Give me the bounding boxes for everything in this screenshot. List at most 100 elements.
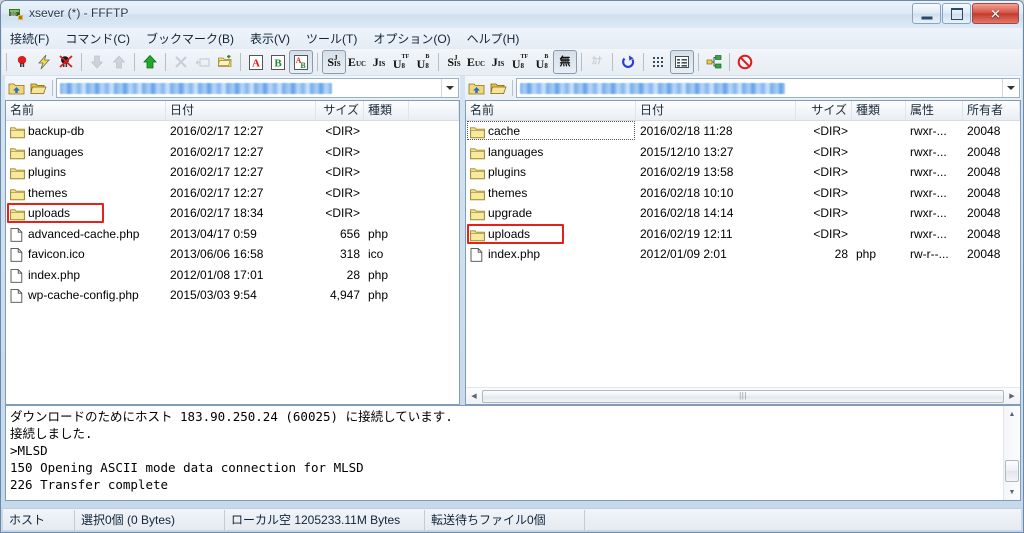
menu-view[interactable]: 表示(V) [242,28,298,49]
menu-options[interactable]: オプション(O) [365,28,458,49]
quick-connect-lightning-icon[interactable] [33,51,55,73]
remote-file-list[interactable]: 名前 日付 サイズ 種類 属性 所有者 cache 2016/02/18 11:2… [465,100,1021,405]
cell-owner: 20048 [967,185,1001,200]
col-header-size[interactable]: サイズ [316,101,364,120]
scroll-left-arrow[interactable]: ◀ [466,389,482,404]
menu-bookmark[interactable]: ブックマーク(B) [138,28,242,49]
encoding-host-sjis-icon[interactable]: S J IS [443,51,465,73]
chevron-down-icon[interactable] [441,79,458,97]
table-row[interactable]: themes 2016/02/17 12:27 <DIR> [6,183,459,204]
vscroll-track[interactable] [1004,422,1020,484]
col-header-name[interactable]: 名前 [6,101,166,120]
remote-path-combo[interactable] [516,78,1020,98]
vscroll-thumb[interactable] [1005,460,1019,482]
menu-help[interactable]: ヘルプ(H) [459,28,528,49]
col-header-type[interactable]: 種類 [364,101,409,120]
table-row[interactable]: plugins 2016/02/17 12:27 <DIR> [6,162,459,183]
encoding-jis-icon[interactable]: J IS [368,51,390,73]
connect-plug-icon[interactable] [11,51,33,73]
encoding-host-utf8b-icon[interactable]: UB8 [531,51,553,73]
local-file-list[interactable]: 名前 日付 サイズ 種類 backup-db 2016/02/17 12:27 <D… [5,100,460,405]
table-row[interactable]: advanced-cache.php 2013/04/17 0:59 656 php [6,224,459,245]
cell-type [364,121,409,142]
maximize-button[interactable] [942,3,971,24]
table-row[interactable]: uploads 2016/02/19 12:11 <DIR> rwxr-... 2004… [466,224,1020,245]
chevron-down-icon[interactable] [1002,79,1019,97]
log-pane[interactable]: ダウンロードのためにホスト 183.90.250.24 (60025) に接続し… [5,405,1021,501]
table-row[interactable]: uploads 2016/02/17 18:34 <DIR> [6,203,459,224]
col-header-size[interactable]: サイズ [796,101,852,120]
col-header-date[interactable]: 日付 [636,101,796,120]
transfer-auto-icon[interactable]: A B [289,50,313,74]
sitemap-icon[interactable] [703,51,725,73]
local-path-toolbar [5,76,460,100]
menu-command[interactable]: コマンド(C) [57,28,138,49]
table-row[interactable]: index.php 2012/01/09 2:01 28 php rw-r--... 20… [466,244,1020,265]
cell-date: 2016/02/17 12:27 [170,165,264,179]
stop-icon[interactable] [734,51,756,73]
upload-arrow-icon[interactable] [108,51,130,73]
hscroll-thumb[interactable]: ||| [482,389,1004,403]
encoding-host-utf8-icon[interactable]: U TF 8 [509,51,531,73]
rename-icon[interactable] [192,51,214,73]
cell-name: languages [466,142,636,163]
table-row[interactable]: languages 2015/12/10 13:27 <DIR> rwxr-... 20… [466,142,1020,163]
hscroll-track[interactable]: ||| [482,389,1004,404]
mirror-upload-icon[interactable] [139,51,161,73]
log-vertical-scrollbar[interactable]: ▲ ▼ [1003,406,1020,500]
scroll-down-arrow[interactable]: ▼ [1004,484,1020,500]
col-header-date[interactable]: 日付 [166,101,316,120]
menu-connect[interactable]: 接続(F) [2,28,57,49]
transfer-ascii-icon[interactable]: A [245,51,267,73]
up-folder-icon[interactable] [465,78,487,98]
encoding-sjis-icon[interactable]: S J IS [322,50,346,74]
open-folder-icon[interactable] [487,78,509,98]
table-row[interactable]: index.php 2012/01/08 17:01 28 php [6,265,459,286]
encoding-host-euc-icon[interactable]: E UC [465,51,487,73]
cell-type [364,183,409,204]
list-view-icon[interactable] [648,51,670,73]
encoding-utf8-icon[interactable]: U TF 8 [390,51,412,73]
table-row[interactable]: languages 2016/02/17 12:27 <DIR> [6,142,459,163]
table-row[interactable]: plugins 2016/02/19 13:58 <DIR> rwxr-... 2004… [466,162,1020,183]
table-row[interactable]: favicon.ico 2013/06/06 16:58 318 ico [6,244,459,265]
menu-tools[interactable]: ツール(T) [298,28,365,49]
detail-view-icon[interactable] [670,50,694,74]
col-header-type[interactable]: 種類 [852,101,906,120]
toolbar-separator [240,53,241,71]
encoding-host-jis-icon[interactable]: J IS [487,51,509,73]
col-header-name[interactable]: 名前 [466,101,636,120]
kana-convert-icon[interactable]: ｶﾅ [586,51,608,73]
col-header-attr[interactable]: 属性 [906,101,963,120]
scroll-right-arrow[interactable]: ▶ [1004,389,1020,404]
table-row[interactable]: wp-cache-config.php 2015/03/03 9:54 4,947 p… [6,285,459,306]
encoding-utf8b-icon[interactable]: UB8 [412,51,434,73]
delete-x-icon[interactable] [170,51,192,73]
close-button[interactable]: ✕ [972,3,1019,24]
log-text: ダウンロードのためにホスト 183.90.250.24 (60025) に接続し… [10,409,453,492]
scroll-up-arrow[interactable]: ▲ [1004,406,1020,422]
col-header-owner[interactable]: 所有者 [963,101,1020,120]
transfer-binary-icon[interactable]: B [267,51,289,73]
table-row[interactable]: backup-db 2016/02/17 12:27 <DIR> [6,121,459,142]
disconnect-icon[interactable] [55,51,77,73]
table-row[interactable]: upgrade 2016/02/18 14:14 <DIR> rwxr-... 2004… [466,203,1020,224]
table-row[interactable]: themes 2016/02/18 10:10 <DIR> rwxr-... 20048 [466,183,1020,204]
toolbar-separator [581,53,582,71]
remote-horizontal-scrollbar[interactable]: ◀ ||| ▶ [466,387,1020,404]
up-folder-icon[interactable] [5,78,27,98]
refresh-icon[interactable] [617,51,639,73]
encoding-euc-icon[interactable]: E UC [346,51,368,73]
folder-icon [470,146,485,159]
cell-size: <DIR> [325,165,360,179]
download-arrow-icon[interactable] [86,51,108,73]
table-row[interactable]: cache 2016/02/18 11:28 <DIR> rwxr-... 20048 [466,121,1020,142]
new-folder-icon[interactable] [214,51,236,73]
open-folder-icon[interactable] [27,78,49,98]
cell-size: <DIR> [813,165,848,179]
col-header-extra[interactable] [409,101,459,120]
minimize-button[interactable] [912,3,941,24]
encoding-none-icon[interactable]: 無 [553,50,577,74]
folder-icon [470,228,485,241]
local-path-combo[interactable] [56,78,459,98]
